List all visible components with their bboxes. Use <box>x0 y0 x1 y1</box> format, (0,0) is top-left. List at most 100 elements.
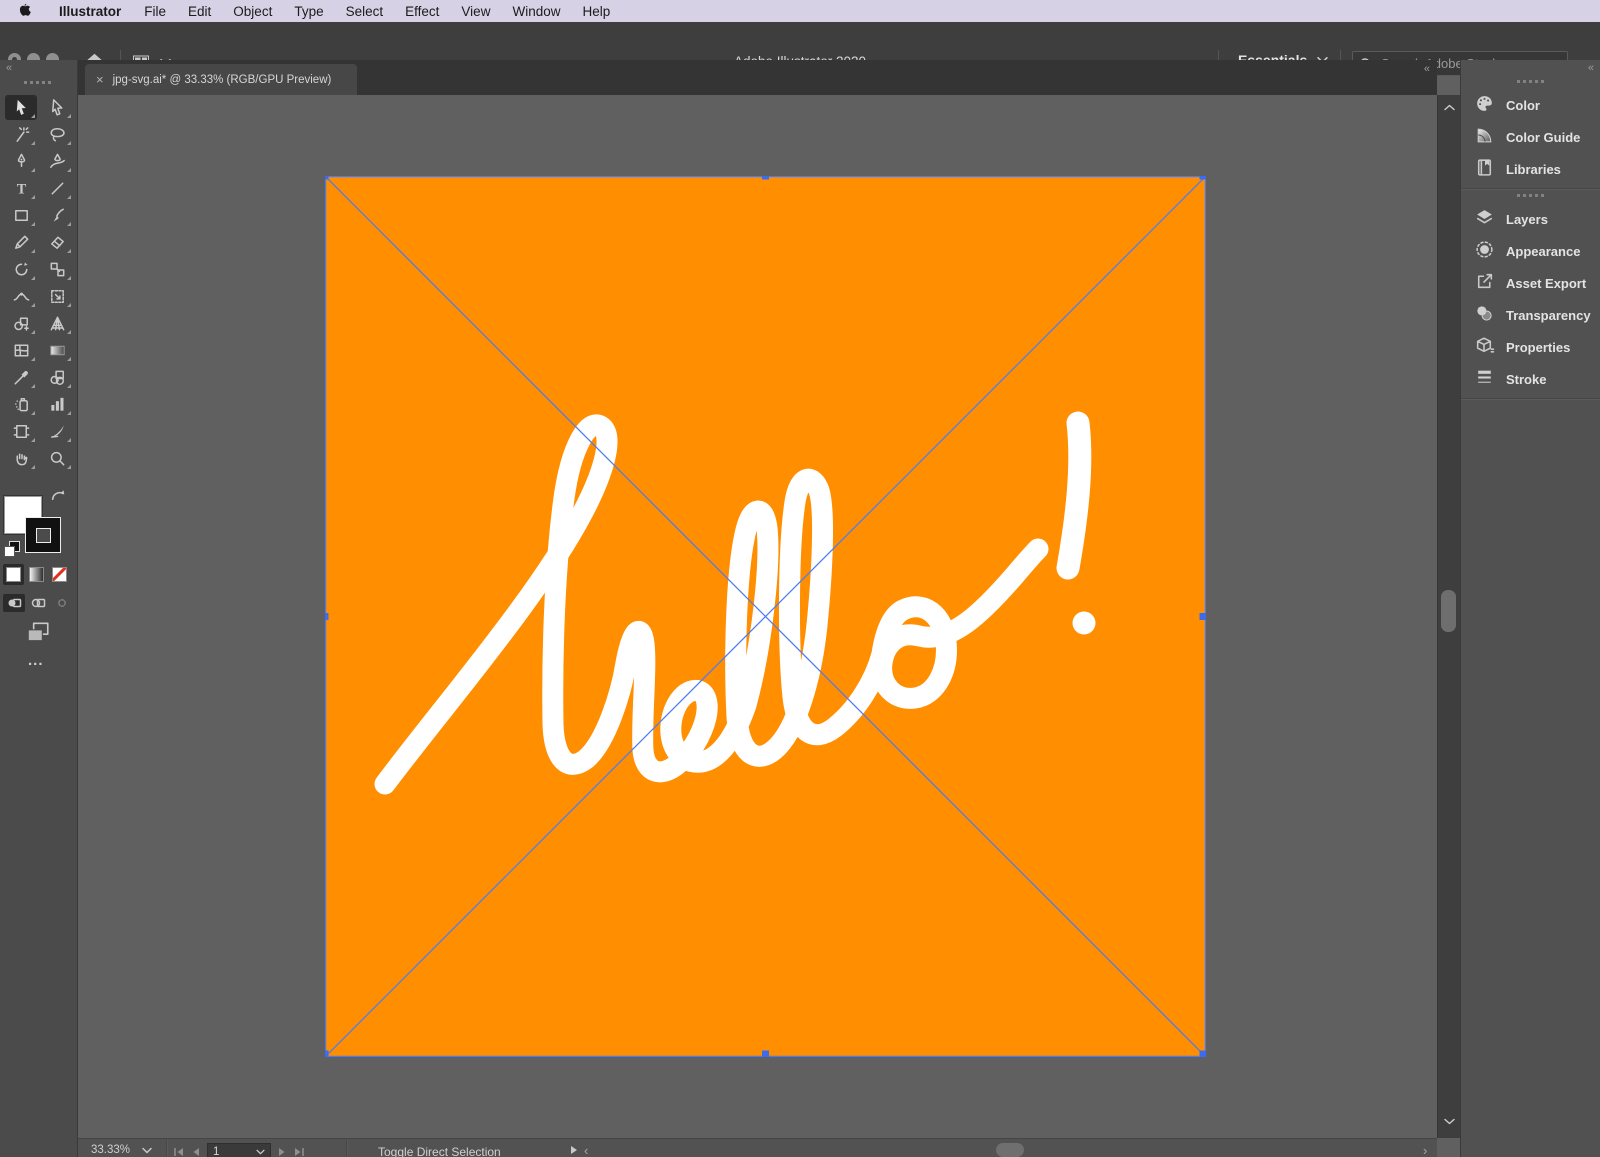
selected-placed-image[interactable] <box>325 176 1206 1057</box>
layers-icon <box>1474 207 1495 231</box>
menu-window[interactable]: Window <box>501 4 571 19</box>
dock-separator <box>1461 188 1600 190</box>
selection-bounding-box[interactable] <box>325 176 1206 1057</box>
color-fill-button[interactable] <box>3 564 24 585</box>
panel-properties[interactable]: Properties <box>1461 331 1600 363</box>
first-artboard-icon[interactable] <box>173 1147 184 1157</box>
menu-view[interactable]: View <box>450 4 501 19</box>
artboard[interactable] <box>325 176 1206 1057</box>
none-button[interactable] <box>49 564 70 585</box>
width-tool[interactable] <box>5 284 37 309</box>
panel-libraries[interactable]: Libraries <box>1461 153 1600 185</box>
line-segment-tool[interactable] <box>41 176 73 201</box>
menu-type[interactable]: Type <box>283 4 334 19</box>
rectangle-tool[interactable] <box>5 203 37 228</box>
zoom-level-control[interactable]: 33.33% <box>91 1144 152 1156</box>
swap-fill-stroke-icon[interactable] <box>50 488 67 507</box>
scale-tool[interactable] <box>41 257 73 282</box>
collapse-tools-icon[interactable]: « <box>6 62 11 74</box>
perspective-grid-tool[interactable] <box>41 311 73 336</box>
canvas-area[interactable] <box>78 95 1437 1138</box>
horizontal-scrollbar-thumb[interactable] <box>996 1143 1024 1157</box>
panel-layers[interactable]: Layers <box>1461 203 1600 235</box>
pen-tool[interactable] <box>5 149 37 174</box>
color-palette-icon <box>1474 93 1495 117</box>
status-flyout-icon[interactable] <box>570 1145 578 1157</box>
selection-tool[interactable] <box>5 95 37 120</box>
gradient-tool[interactable] <box>41 338 73 363</box>
default-fill-stroke-icon[interactable] <box>4 541 20 557</box>
vertical-scrollbar-thumb[interactable] <box>1441 590 1456 632</box>
menu-select[interactable]: Select <box>335 4 395 19</box>
artboard-number-input[interactable]: 1 <box>207 1143 271 1157</box>
tab-close-icon[interactable]: × <box>96 72 104 87</box>
panel-stroke[interactable]: Stroke <box>1461 363 1600 395</box>
symbol-sprayer-tool[interactable] <box>5 392 37 417</box>
curvature-tool[interactable] <box>41 149 73 174</box>
artboard-tool[interactable] <box>5 419 37 444</box>
stroke-color-swatch[interactable] <box>25 517 61 553</box>
mesh-tool[interactable] <box>5 338 37 363</box>
shape-builder-tool[interactable] <box>5 311 37 336</box>
menu-file[interactable]: File <box>133 4 177 19</box>
hscroll-left-icon[interactable]: ‹ <box>584 1143 588 1157</box>
last-artboard-icon[interactable] <box>294 1147 305 1157</box>
apple-icon[interactable] <box>16 3 31 20</box>
direct-selection-tool[interactable] <box>41 95 73 120</box>
shaper-tool[interactable] <box>5 230 37 255</box>
vertical-scrollbar[interactable] <box>1437 95 1460 1138</box>
panel-label: Layers <box>1506 212 1548 227</box>
panel-label: Stroke <box>1506 372 1546 387</box>
scroll-up-icon[interactable] <box>1443 99 1456 117</box>
rotate-tool[interactable] <box>5 257 37 282</box>
menu-object[interactable]: Object <box>222 4 283 19</box>
slice-tool[interactable] <box>41 419 73 444</box>
menu-illustrator[interactable]: Illustrator <box>47 4 133 19</box>
free-transform-tool[interactable] <box>41 284 73 309</box>
collapse-panel-icon[interactable]: « <box>1424 63 1429 75</box>
document-tab[interactable]: × jpg-svg.ai* @ 33.33% (RGB/GPU Preview) <box>85 64 357 95</box>
zoom-tool[interactable] <box>41 446 73 471</box>
chevron-down-icon <box>142 1147 152 1154</box>
draw-inside-button[interactable] <box>51 594 73 612</box>
panel-color-guide[interactable]: Color Guide <box>1461 121 1600 153</box>
eraser-tool[interactable] <box>41 230 73 255</box>
panel-appearance[interactable]: Appearance <box>1461 235 1600 267</box>
edit-toolbar-icon[interactable]: ... <box>28 652 44 669</box>
change-screen-mode-icon[interactable] <box>25 620 51 649</box>
menu-effect[interactable]: Effect <box>394 4 450 19</box>
menu-help[interactable]: Help <box>571 4 621 19</box>
panel-color[interactable]: Color <box>1461 89 1600 121</box>
hscroll-right-icon[interactable]: › <box>1423 1143 1427 1157</box>
magic-wand-tool[interactable] <box>5 122 37 147</box>
panel-grip[interactable] <box>24 81 52 84</box>
type-tool[interactable]: T <box>5 176 37 201</box>
menu-edit[interactable]: Edit <box>177 4 222 19</box>
previous-artboard-icon[interactable] <box>191 1147 200 1157</box>
eyedropper-tool[interactable] <box>5 365 37 390</box>
scroll-down-icon[interactable] <box>1443 1113 1456 1131</box>
panel-transparency[interactable]: Transparency <box>1461 299 1600 331</box>
gradient-button[interactable] <box>26 564 47 585</box>
lasso-tool[interactable] <box>41 122 73 147</box>
artboard-navigation: 1 <box>173 1143 305 1157</box>
panel-group-grip[interactable] <box>1517 194 1545 197</box>
column-graph-tool[interactable] <box>41 392 73 417</box>
status-divider <box>166 1139 168 1157</box>
properties-cube-icon <box>1474 335 1495 359</box>
panel-label: Appearance <box>1506 244 1580 259</box>
status-bar: 33.33% 1 Toggle Direct Selection ‹ › <box>78 1138 1437 1157</box>
chevron-down-icon <box>256 1149 265 1155</box>
expand-panels-icon[interactable]: « <box>1588 62 1593 74</box>
panel-asset-export[interactable]: Asset Export <box>1461 267 1600 299</box>
draw-behind-button[interactable] <box>27 594 49 612</box>
draw-normal-button[interactable] <box>3 594 25 612</box>
blend-tool[interactable] <box>41 365 73 390</box>
next-artboard-icon[interactable] <box>278 1147 287 1157</box>
panel-group-grip[interactable] <box>1517 80 1545 83</box>
asset-export-icon <box>1474 271 1495 295</box>
artboard-number-value: 1 <box>213 1146 219 1157</box>
hand-tool[interactable] <box>5 446 37 471</box>
paintbrush-tool[interactable] <box>41 203 73 228</box>
status-message: Toggle Direct Selection <box>378 1145 501 1157</box>
